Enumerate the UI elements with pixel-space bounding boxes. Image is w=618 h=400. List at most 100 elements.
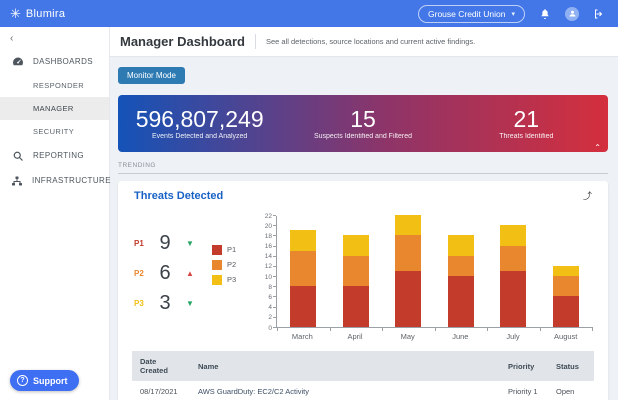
bar-segment-p1 xyxy=(395,271,421,327)
table-row[interactable]: 08/17/2021AWS GuardDuty: EC2/C2 Activity… xyxy=(132,381,594,400)
x-tick-mark xyxy=(277,327,278,331)
support-button-label: Support xyxy=(33,376,68,386)
stacked-bar-april[interactable] xyxy=(343,235,369,327)
banner-collapse-icon[interactable]: ⌃ xyxy=(594,144,601,152)
col-header-name[interactable]: Name xyxy=(190,351,500,381)
chevron-down-icon: ▾ xyxy=(511,10,515,18)
sidebar-item-infrastructure[interactable]: INFRASTRUCTURE xyxy=(0,168,109,193)
x-tick-mark xyxy=(330,327,331,331)
x-axis-label: March xyxy=(276,332,329,341)
x-axis-label: April xyxy=(329,332,382,341)
cell-name[interactable]: AWS GuardDuty: EC2/C2 Activity xyxy=(190,381,500,400)
threats-detected-card: Threats Detected ⤴︎ P19▼P26▲P33▼ P1P2P3 … xyxy=(118,181,608,400)
sidebar-subitem-label: SECURITY xyxy=(33,127,74,136)
priority-value: 6 xyxy=(152,262,178,285)
x-tick-mark xyxy=(540,327,541,331)
priority-label: P1 xyxy=(134,239,152,248)
stacked-bar-may[interactable] xyxy=(395,215,421,327)
stacked-bar-march[interactable] xyxy=(290,230,316,327)
bar-segment-p3 xyxy=(553,266,579,276)
brand-name: Blumira xyxy=(26,8,65,20)
trend-down-icon: ▼ xyxy=(186,299,194,308)
main-content: Monitor Mode 596,807,249Events Detected … xyxy=(110,57,618,400)
chart-legend: P1 P2 P3 xyxy=(212,210,256,341)
stat-block: 596,807,249Events Detected and Analyzed xyxy=(118,107,281,139)
bar-segment-p3 xyxy=(395,215,421,235)
bell-icon[interactable] xyxy=(538,7,552,21)
bar-segment-p2 xyxy=(448,256,474,276)
legend-item: P1 xyxy=(212,242,256,257)
sidebar-item-dashboards[interactable]: DASHBOARDS xyxy=(0,49,109,74)
bar-slot xyxy=(382,216,435,327)
legend-item: P2 xyxy=(212,257,256,272)
support-button[interactable]: ? Support xyxy=(10,370,79,391)
search-icon xyxy=(11,150,24,162)
stacked-bar-july[interactable] xyxy=(500,225,526,327)
y-tick-label: 10 xyxy=(265,274,272,281)
y-tick-label: 2 xyxy=(268,314,272,321)
question-icon: ? xyxy=(17,375,28,386)
x-axis-label: June xyxy=(434,332,487,341)
sidebar-item-manager[interactable]: MANAGER xyxy=(0,97,109,120)
col-header-status[interactable]: Status xyxy=(548,351,594,381)
logout-icon[interactable] xyxy=(592,7,606,21)
stat-label: Events Detected and Analyzed xyxy=(118,133,281,140)
threats-chart: 0246810121416182022 MarchAprilMayJuneJul… xyxy=(256,210,592,341)
bar-slot xyxy=(330,216,383,327)
sidebar: ‹ DASHBOARDS RESPONDER MANAGER SECURITY … xyxy=(0,27,110,400)
legend-label: P1 xyxy=(227,245,236,254)
priority-row: P33▼ xyxy=(134,288,212,318)
bar-slot xyxy=(540,216,593,327)
user-avatar-icon[interactable] xyxy=(565,7,579,21)
legend-item: P3 xyxy=(212,272,256,287)
monitor-mode-button[interactable]: Monitor Mode xyxy=(118,67,185,84)
priority-row: P26▲ xyxy=(134,258,212,288)
sidebar-collapse-button[interactable]: ‹ xyxy=(0,27,109,49)
bar-segment-p1 xyxy=(290,286,316,327)
y-tick-label: 4 xyxy=(268,304,272,311)
x-tick-mark xyxy=(382,327,383,331)
stat-value: 21 xyxy=(445,107,608,131)
card-collapse-chevron-icon[interactable]: ⤴︎ xyxy=(583,189,592,202)
legend-swatch xyxy=(212,260,222,270)
x-tick-mark xyxy=(435,327,436,331)
sidebar-item-reporting[interactable]: REPORTING xyxy=(0,143,109,168)
x-axis-label: July xyxy=(487,332,540,341)
bar-segment-p3 xyxy=(290,230,316,250)
findings-table: Date Created Name Priority Status 08/17/… xyxy=(132,351,594,400)
gauge-icon xyxy=(11,56,24,68)
header-divider xyxy=(255,34,256,49)
cell-priority: Priority 1 xyxy=(500,381,548,400)
priority-summary: P19▼P26▲P33▼ xyxy=(134,210,212,341)
legend-swatch xyxy=(212,275,222,285)
page-header: Manager Dashboard See all detections, so… xyxy=(110,27,618,57)
col-header-priority[interactable]: Priority xyxy=(500,351,548,381)
legend-label: P2 xyxy=(227,260,236,269)
page-subtitle: See all detections, source locations and… xyxy=(266,37,475,46)
sitemap-icon xyxy=(11,175,23,187)
cell-date-created: 08/17/2021 xyxy=(132,381,190,400)
y-tick-label: 20 xyxy=(265,223,272,230)
y-tick-label: 22 xyxy=(265,213,272,220)
sidebar-item-label: REPORTING xyxy=(33,151,84,160)
col-header-date-created[interactable]: Date Created xyxy=(132,351,190,381)
chart-plot-area xyxy=(276,216,592,328)
stat-block: 15Suspects Identified and Filtered xyxy=(281,107,444,139)
priority-row: P19▼ xyxy=(134,228,212,258)
trending-divider xyxy=(118,173,608,174)
trend-down-icon: ▼ xyxy=(186,239,194,248)
org-selector-dropdown[interactable]: Grouse Credit Union ▾ xyxy=(418,5,525,23)
x-tick-mark xyxy=(592,327,593,331)
stat-label: Suspects Identified and Filtered xyxy=(281,133,444,140)
stat-label: Threats Identified xyxy=(445,133,608,140)
bar-segment-p1 xyxy=(343,286,369,327)
stacked-bar-june[interactable] xyxy=(448,235,474,327)
x-axis-label: August xyxy=(539,332,592,341)
x-axis-label: May xyxy=(381,332,434,341)
sidebar-item-security[interactable]: SECURITY xyxy=(0,120,109,143)
sidebar-item-responder[interactable]: RESPONDER xyxy=(0,74,109,97)
cell-status: Open xyxy=(548,381,594,400)
stats-banner: 596,807,249Events Detected and Analyzed1… xyxy=(118,95,608,152)
org-selector-label: Grouse Credit Union xyxy=(428,9,505,19)
stacked-bar-august[interactable] xyxy=(553,266,579,327)
